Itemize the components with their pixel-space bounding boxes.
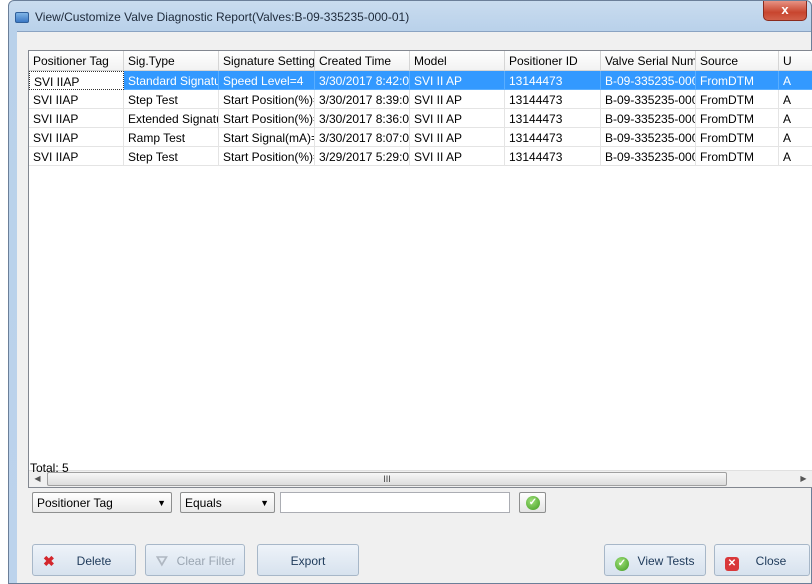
total-count: Total: 5 xyxy=(30,461,69,475)
table-cell: 3/30/2017 8:42:00 xyxy=(315,71,410,90)
table-cell: SVI II AP xyxy=(410,90,505,109)
table-cell: Step Test xyxy=(124,90,219,109)
table-cell: A xyxy=(779,71,812,90)
chevron-down-icon: ▼ xyxy=(157,498,166,508)
table-cell: SVI II AP xyxy=(410,71,505,90)
table-cell: B-09-335235-000-01 xyxy=(601,71,696,90)
scroll-thumb[interactable]: III xyxy=(47,472,727,486)
delete-label: Delete xyxy=(76,554,112,568)
scroll-right-icon[interactable]: ▶ xyxy=(795,471,812,487)
app-icon xyxy=(15,12,29,23)
table-cell: FromDTM xyxy=(696,147,779,166)
chevron-down-icon: ▼ xyxy=(260,498,269,508)
column-header[interactable]: U xyxy=(779,51,812,71)
table-cell: A xyxy=(779,128,812,147)
table-cell: A xyxy=(779,147,812,166)
table-cell: SVI IIAP xyxy=(29,147,124,166)
total-value: 5 xyxy=(62,461,69,475)
table-cell: B-09-335235-000-01 xyxy=(601,90,696,109)
table-cell: 13144473 xyxy=(505,147,601,166)
table-cell: SVI II AP xyxy=(410,109,505,128)
table-cell: B-09-335235-000-01 xyxy=(601,147,696,166)
horizontal-scrollbar[interactable]: ◀ III ▶ xyxy=(29,470,812,487)
column-header[interactable]: Positioner ID xyxy=(505,51,601,71)
close-label: Close xyxy=(755,554,787,568)
clear-filter-button[interactable]: ⛛ Clear Filter xyxy=(145,544,245,576)
table-cell: Start Signal(mA)= xyxy=(219,128,315,147)
column-header[interactable]: Source xyxy=(696,51,779,71)
table-cell: SVI II AP xyxy=(410,128,505,147)
table-cell: Ramp Test xyxy=(124,128,219,147)
title-bar[interactable]: View/Customize Valve Diagnostic Report(V… xyxy=(9,1,811,31)
filter-text-input[interactable] xyxy=(280,492,510,513)
apply-filter-button[interactable]: ✓ xyxy=(519,492,546,513)
table-cell: SVI IIAP xyxy=(29,128,124,147)
delete-button[interactable]: ✖ Delete xyxy=(32,544,136,576)
table-cell: Start Position(%)= xyxy=(219,90,315,109)
table-cell: 13144473 xyxy=(505,109,601,128)
table-cell: 13144473 xyxy=(505,128,601,147)
view-tests-button[interactable]: ✓ View Tests xyxy=(604,544,706,576)
column-header[interactable]: Signature Settings xyxy=(219,51,315,71)
table-cell: SVI IIAP xyxy=(29,71,124,90)
table-cell: Start Position(%)= xyxy=(219,147,315,166)
column-header[interactable]: Positioner Tag xyxy=(29,51,124,71)
clear-filter-label: Clear Filter xyxy=(176,554,236,568)
window-title: View/Customize Valve Diagnostic Report(V… xyxy=(35,10,410,24)
table-cell: SVI IIAP xyxy=(29,109,124,128)
table-cell: Start Position(%)= xyxy=(219,109,315,128)
table-cell: SVI II AP xyxy=(410,147,505,166)
export-label: Export xyxy=(290,554,326,568)
table-cell: Step Test xyxy=(124,147,219,166)
filter-field-value: Positioner Tag xyxy=(37,496,113,510)
total-label: Total: xyxy=(30,461,59,475)
report-grid[interactable]: Positioner Tag Sig.Type Signature Settings… xyxy=(28,50,812,488)
export-button[interactable]: Export xyxy=(257,544,359,576)
table-cell: SVI IIAP xyxy=(29,90,124,109)
table-cell: 3/30/2017 8:07:00 xyxy=(315,128,410,147)
column-header[interactable]: Sig.Type xyxy=(124,51,219,71)
table-cell: Standard Signature xyxy=(124,71,219,90)
filter-operator-select[interactable]: Equals ▼ xyxy=(180,492,275,513)
table-cell: A xyxy=(779,90,812,109)
column-header[interactable]: Model xyxy=(410,51,505,71)
green-check-icon: ✓ xyxy=(526,496,540,510)
table-cell: 3/30/2017 8:36:00 xyxy=(315,109,410,128)
table-cell: 3/29/2017 5:29:00 xyxy=(315,147,410,166)
column-header[interactable]: Valve Serial Numb xyxy=(601,51,696,71)
client-area: Positioner Tag Sig.Type Signature Settings… xyxy=(17,31,812,583)
table-cell: B-09-335235-000-01 xyxy=(601,128,696,147)
table-cell: B-09-335235-000-01 xyxy=(601,109,696,128)
report-window: View/Customize Valve Diagnostic Report(V… xyxy=(8,0,812,584)
table-cell: FromDTM xyxy=(696,90,779,109)
table-cell: Speed Level=4 xyxy=(219,71,315,90)
view-tests-label: View Tests xyxy=(637,554,695,568)
table-cell: 3/30/2017 8:39:00 xyxy=(315,90,410,109)
filter-operator-value: Equals xyxy=(185,496,222,510)
table-cell: FromDTM xyxy=(696,71,779,90)
table-cell: 13144473 xyxy=(505,71,601,90)
table-cell: FromDTM xyxy=(696,109,779,128)
window-close-button[interactable]: x xyxy=(763,1,807,21)
column-header[interactable]: Created Time xyxy=(315,51,410,71)
table-cell: A xyxy=(779,109,812,128)
table-cell: FromDTM xyxy=(696,128,779,147)
close-button[interactable]: ✕ Close xyxy=(714,544,810,576)
table-cell: Extended Signature xyxy=(124,109,219,128)
filter-field-select[interactable]: Positioner Tag ▼ xyxy=(32,492,172,513)
table-cell: 13144473 xyxy=(505,90,601,109)
